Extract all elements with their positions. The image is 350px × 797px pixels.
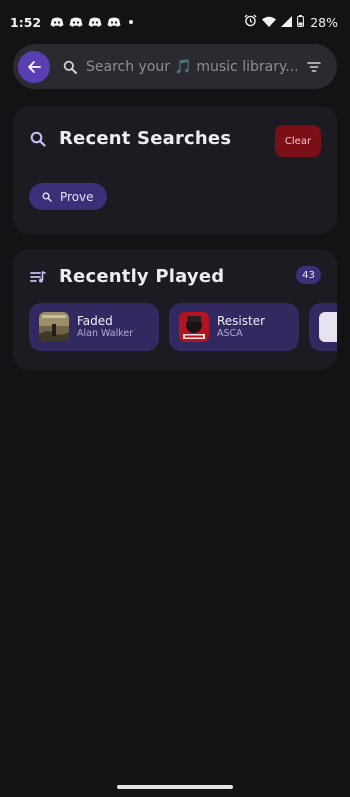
recently-played-header: Recently Played (30, 266, 224, 287)
track-artist: Alan Walker (77, 328, 134, 339)
status-time: 1:52 (10, 14, 42, 30)
track-title: Resister (217, 314, 266, 328)
discord-icon (50, 17, 64, 28)
search-icon (63, 60, 77, 74)
wifi-icon (262, 15, 277, 30)
battery-percent: 28% (310, 14, 338, 30)
track-text: Faded Alan Walker (77, 314, 133, 340)
discord-icon (69, 17, 83, 28)
back-button[interactable] (18, 50, 50, 83)
album-art (39, 312, 69, 342)
more-notifications-dot (129, 20, 134, 24)
album-art (319, 312, 337, 342)
recently-played-title: Recently Played (59, 266, 225, 287)
recently-played-list: Faded Alan Walker Resister ASCA (29, 303, 337, 351)
status-left: 1:52 (10, 14, 134, 30)
gesture-bar[interactable] (117, 785, 233, 789)
recent-search-chip-label: Prove (60, 189, 94, 204)
track-artist: ASCA (217, 328, 243, 339)
filter-button[interactable] (299, 52, 329, 82)
recently-played-count-badge: 43 (296, 266, 321, 284)
track-text: Resister ASCA (217, 314, 265, 340)
discord-icon (88, 17, 102, 28)
search-icon (42, 191, 52, 202)
track-card-faded[interactable]: Faded Alan Walker (29, 303, 159, 351)
queue-music-icon (30, 270, 46, 282)
recent-searches-card: Recent Searches Clear Prove (13, 106, 337, 234)
search-bar (13, 44, 337, 89)
signal-icon (281, 15, 293, 30)
status-right: 28% (244, 14, 338, 30)
track-card-resister[interactable]: Resister ASCA (169, 303, 299, 351)
screen: 1:52 28% Search your 🎵 music library... … (0, 0, 350, 797)
album-art (179, 312, 209, 342)
clear-button[interactable]: Clear (275, 125, 321, 157)
track-card-partial[interactable] (309, 303, 337, 351)
arrow-left-icon (28, 60, 41, 73)
track-title: Faded (77, 314, 113, 328)
recent-searches-header: Recent Searches (30, 128, 231, 149)
filter-icon (307, 61, 321, 72)
battery-icon (297, 14, 305, 30)
discord-icon (107, 17, 121, 28)
recent-search-chip[interactable]: Prove (29, 183, 107, 210)
search-icon (30, 131, 46, 147)
recent-searches-title: Recent Searches (59, 128, 232, 149)
recently-played-card: Recently Played 43 Faded Alan Walker Res… (13, 249, 337, 370)
alarm-icon (244, 14, 257, 30)
search-input[interactable] (77, 44, 299, 89)
status-bar: 1:52 28% (0, 0, 350, 44)
